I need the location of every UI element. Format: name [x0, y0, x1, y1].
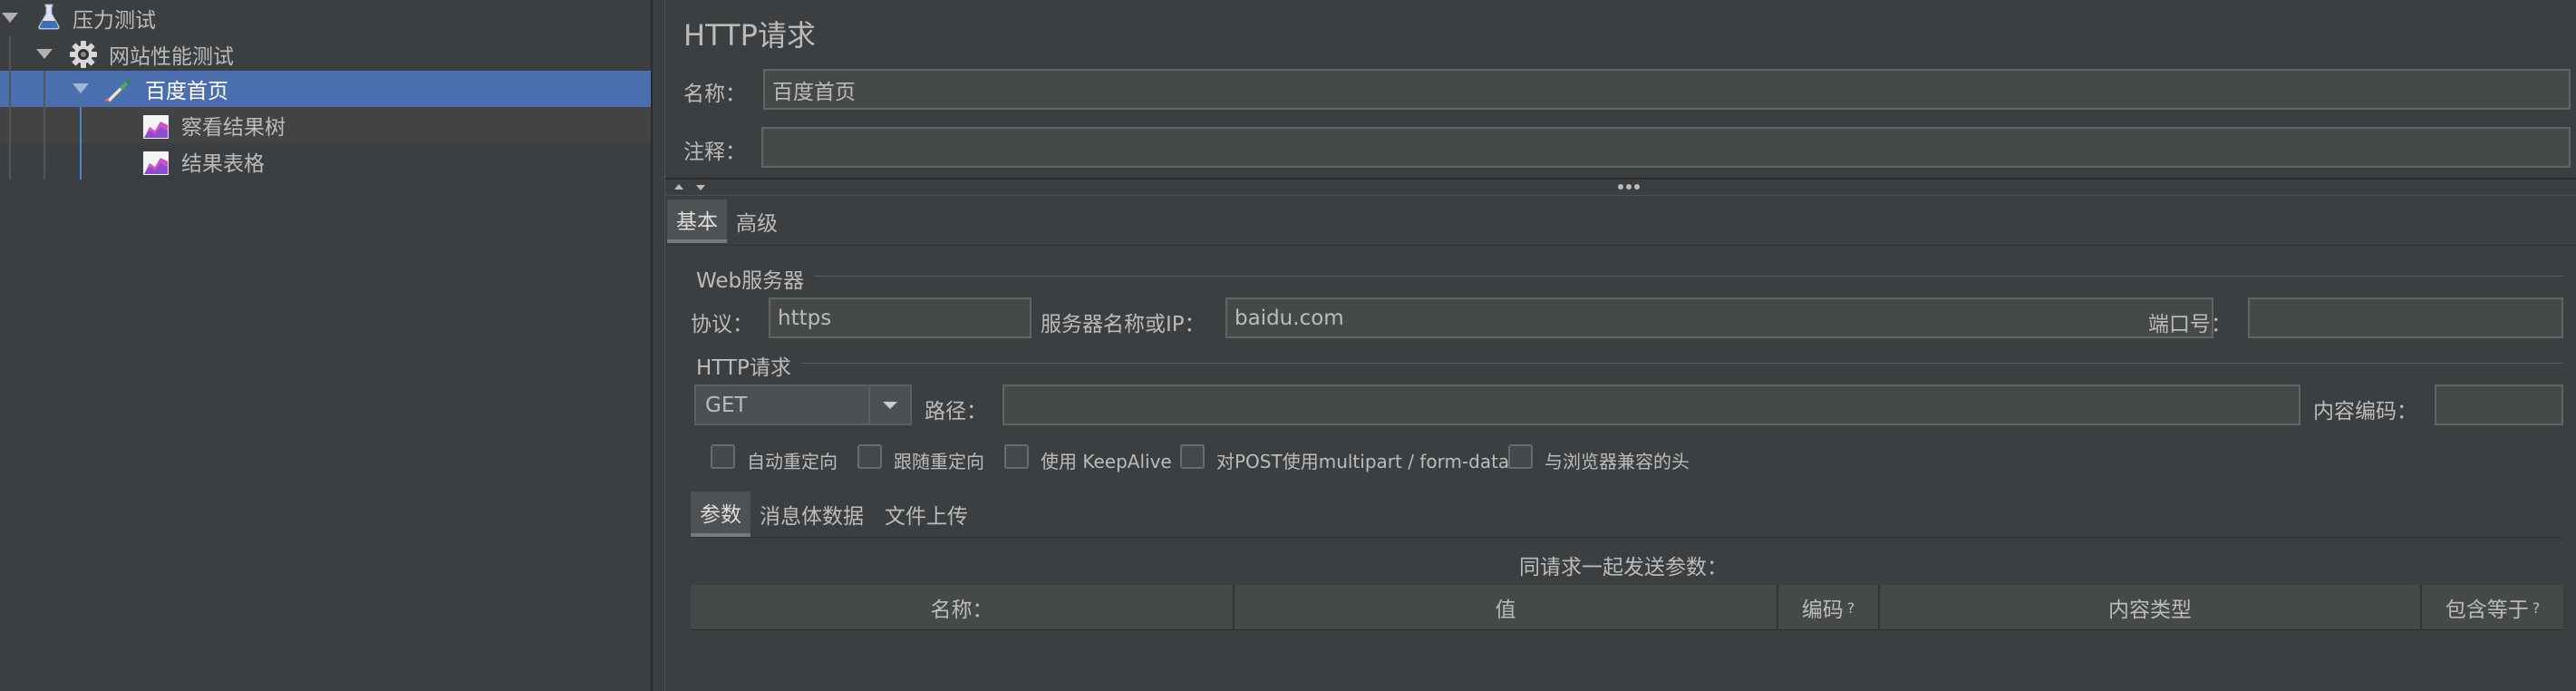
expand-arrow-icon[interactable] — [36, 49, 53, 59]
tree-guide-line — [80, 143, 82, 180]
comment-label: 注释： — [683, 141, 746, 164]
pipette-icon — [103, 74, 132, 103]
auto-redirect-label: 自动重定向 — [747, 451, 838, 472]
dropdown-button[interactable] — [868, 386, 910, 423]
tree-item-label: 察看结果树 — [181, 116, 286, 140]
browser-compatible-headers-label: 与浏览器兼容的头 — [1545, 451, 1690, 472]
tree-item-label: 压力测试 — [73, 9, 156, 33]
path-field[interactable] — [1002, 384, 2300, 425]
column-header-include-equals[interactable]: 包含等于? — [2422, 585, 2563, 630]
content-encoding-label: 内容编码： — [2313, 400, 2417, 423]
tree-guide-line — [44, 107, 45, 143]
flask-icon — [34, 2, 63, 31]
tree-guide-line — [44, 71, 45, 107]
help-icon: ? — [2532, 599, 2541, 617]
name-field[interactable]: 百度首页 — [763, 69, 2571, 110]
expand-arrow-icon[interactable] — [73, 83, 89, 93]
collapse-arrows-icon[interactable] — [673, 181, 709, 194]
tab-body-data[interactable]: 消息体数据 — [751, 491, 873, 537]
tab-divider — [665, 245, 2576, 246]
tree-item-stress-test[interactable]: 压力测试 — [0, 0, 651, 36]
chevron-down-icon — [883, 401, 897, 409]
name-label: 名称： — [683, 83, 746, 106]
keepalive-checkbox[interactable] — [1004, 444, 1029, 469]
server-name-label: 服务器名称或IP： — [1041, 313, 1206, 336]
web-server-group-title: Web服务器 — [696, 269, 805, 293]
tree-item-thread-group[interactable]: 网站性能测试 — [0, 36, 651, 73]
auto-redirect-checkbox[interactable] — [711, 444, 735, 469]
port-label: 端口号： — [2148, 313, 2232, 336]
params-caption: 同请求一起发送参数： — [1519, 556, 1728, 579]
group-border — [814, 276, 2563, 277]
tree-guide-line — [80, 107, 82, 143]
group-border — [801, 363, 2563, 364]
http-request-group-title: HTTP请求 — [696, 356, 791, 380]
tree-item-label: 结果表格 — [181, 152, 265, 176]
tab-basic[interactable]: 基本 — [667, 200, 727, 243]
server-name-field[interactable]: baidu.com — [1225, 297, 2213, 338]
port-field[interactable] — [2248, 297, 2563, 338]
multipart-checkbox[interactable] — [1180, 444, 1205, 469]
vertical-splitter[interactable] — [651, 0, 665, 691]
tree-guide-line — [9, 143, 11, 180]
drag-handle-icon[interactable] — [1617, 183, 1641, 190]
browser-compatible-headers-checkbox[interactable] — [1508, 444, 1533, 469]
tab-file-upload[interactable]: 文件上传 — [876, 491, 977, 537]
path-label: 路径： — [925, 400, 987, 423]
chart-icon — [141, 149, 170, 178]
comment-field[interactable] — [761, 127, 2571, 168]
column-header-encode[interactable]: 编码? — [1778, 585, 1880, 630]
tab-divider — [691, 537, 2563, 538]
params-table-header: 名称： 值 编码? 内容类型 包含等于? — [691, 585, 2563, 630]
tab-parameters[interactable]: 参数 — [691, 491, 751, 537]
method-value: GET — [705, 393, 748, 417]
column-header-content-type[interactable]: 内容类型 — [1880, 585, 2422, 630]
tree-item-label: 网站性能测试 — [109, 45, 234, 69]
tree-guide-line — [9, 36, 11, 73]
horizontal-splitter[interactable] — [665, 178, 2576, 196]
gear-icon — [69, 40, 98, 69]
keepalive-label: 使用 KeepAlive — [1041, 451, 1172, 472]
tree-guide-line — [9, 71, 11, 107]
content-encoding-field[interactable] — [2435, 384, 2563, 425]
tree-guide-line — [9, 107, 11, 143]
follow-redirect-checkbox[interactable] — [857, 444, 882, 469]
http-request-panel: HTTP请求 名称： 百度首页 注释： 基本 高级 Web服务器 协议： htt… — [665, 0, 2576, 691]
column-header-value[interactable]: 值 — [1235, 585, 1778, 630]
follow-redirect-label: 跟随重定向 — [894, 451, 984, 472]
tree-item-results-table[interactable]: 结果表格 — [0, 143, 651, 180]
protocol-field[interactable]: https — [769, 297, 1031, 338]
method-select[interactable]: GET — [694, 384, 912, 425]
help-icon: ? — [1846, 599, 1855, 617]
tree-item-view-results-tree[interactable]: 察看结果树 — [0, 107, 651, 143]
panel-title: HTTP请求 — [683, 18, 816, 53]
protocol-label: 协议： — [691, 313, 753, 336]
expand-arrow-icon[interactable] — [2, 13, 18, 23]
tree-guide-line — [44, 143, 45, 180]
chart-icon — [141, 112, 170, 141]
column-header-name[interactable]: 名称： — [691, 585, 1235, 630]
tab-advanced[interactable]: 高级 — [727, 200, 787, 243]
test-plan-tree[interactable]: 压力测试 网站性能测试 百度首页 察看结果树 结果表格 — [0, 0, 651, 691]
tree-item-baidu-home[interactable]: 百度首页 — [0, 71, 651, 107]
tree-item-label: 百度首页 — [145, 80, 228, 103]
multipart-label: 对POST使用multipart / form-data — [1216, 451, 1510, 472]
